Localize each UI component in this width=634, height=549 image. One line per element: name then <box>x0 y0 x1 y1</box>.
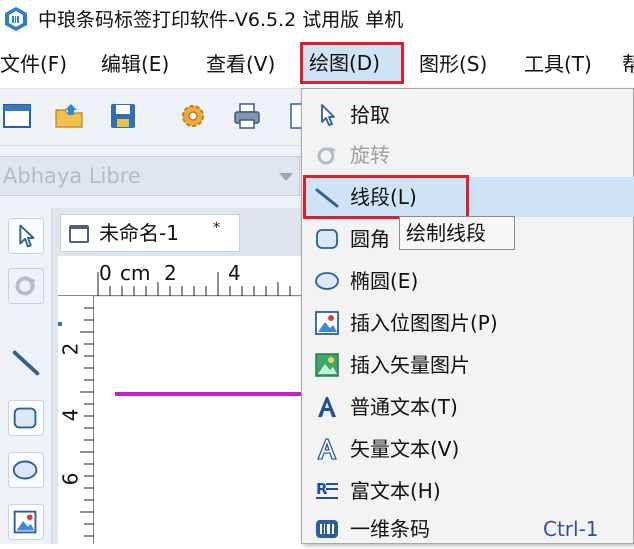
tool-rounded-rect-button[interactable] <box>8 400 44 436</box>
barcode-icon <box>316 520 338 538</box>
menu-view[interactable]: 查看(V) <box>206 48 275 80</box>
menu-bar: 文件(F) 编辑(E) 查看(V) 绘图(D) 图形(S) 工具(T) 帮 <box>0 40 634 88</box>
ruler-label-2-vertical: 2 <box>58 342 83 356</box>
menu-item-shortcut: Ctrl-1 <box>543 517 599 541</box>
rotate-icon <box>15 276 36 296</box>
menu-item-ellipse[interactable]: 椭圆(E) <box>302 261 634 301</box>
document-tab[interactable]: 未命名-1 * <box>60 214 240 252</box>
menu-item-label: 一维条码 <box>350 517 430 541</box>
left-tool-strip <box>0 208 52 544</box>
rich-text-icon: R <box>316 480 338 499</box>
menu-file[interactable]: 文件(F) <box>0 48 67 80</box>
app-logo-icon <box>5 7 27 31</box>
menu-item-label: 插入矢量图片 <box>350 353 470 377</box>
menu-item-label: 插入位图图片(P) <box>350 311 498 335</box>
menu-item-label: 拾取 <box>350 103 390 127</box>
font-select-value: Abhaya Libre <box>3 164 141 188</box>
menu-item-label: 富文本(H) <box>350 479 441 503</box>
menu-item-label: 普通文本(T) <box>350 395 458 419</box>
label-canvas[interactable] <box>94 297 304 544</box>
window-title: 中琅条码标签打印软件-V6.5.2 试用版 单机 <box>38 9 404 31</box>
pointer-icon <box>321 104 335 126</box>
ruler-unit-label: cm <box>120 261 151 285</box>
tool-pointer-button[interactable] <box>8 218 44 254</box>
font-select[interactable]: Abhaya Libre <box>0 156 300 196</box>
new-window-icon[interactable] <box>2 101 32 131</box>
tooltip: 绘制线段 <box>399 216 515 250</box>
ruler-ticks <box>97 272 291 296</box>
menu-tools[interactable]: 工具(T) <box>524 48 592 80</box>
pointer-icon <box>19 224 35 248</box>
tool-ellipse-button[interactable] <box>8 452 44 488</box>
tool-image-button[interactable] <box>8 504 44 540</box>
ellipse-icon <box>315 272 339 290</box>
menu-shape[interactable]: 图形(S) <box>419 48 487 80</box>
document-tab-title: 未命名-1 <box>99 221 179 245</box>
menu-item-label: 旋转 <box>350 143 390 167</box>
menu-draw[interactable]: 绘图(D) <box>300 42 404 84</box>
rounded-rect-icon <box>316 229 338 249</box>
chevron-down-icon[interactable] <box>279 173 293 181</box>
menu-item-rotate: 旋转 <box>302 135 634 175</box>
menu-item-barcode-1d[interactable]: 一维条码 Ctrl-1 <box>302 509 634 549</box>
menu-item-insert-bitmap[interactable]: 插入位图图片(P) <box>302 303 634 343</box>
settings-gear-icon[interactable] <box>178 101 208 131</box>
line-icon <box>12 350 40 376</box>
draw-menu-dropdown: 拾取 旋转 线段(L) 圆角 椭圆(E) 插入位图图片(P) 插入矢量图片 普通… <box>301 88 634 544</box>
menu-item-label: 椭圆(E) <box>350 269 419 293</box>
menu-item-label: 矢量文本(V) <box>350 437 460 461</box>
drawn-line-object[interactable] <box>115 392 304 396</box>
open-folder-icon[interactable] <box>54 101 84 131</box>
menu-item-rich-text[interactable]: R 富文本(H) <box>302 471 634 511</box>
ruler-label-6-vertical: 6 <box>58 472 83 486</box>
menu-edit[interactable]: 编辑(E) <box>101 48 169 80</box>
print-icon[interactable] <box>232 101 262 131</box>
tool-rotate-button[interactable] <box>8 268 44 304</box>
unsaved-marker: * <box>213 220 220 236</box>
vector-text-icon <box>317 438 337 460</box>
ellipse-icon <box>12 460 38 480</box>
rounded-rect-icon <box>13 407 37 429</box>
menu-help-truncated[interactable]: 帮 <box>622 48 634 80</box>
ruler-label-0: 0 <box>99 261 112 285</box>
tool-line-button[interactable] <box>8 344 44 380</box>
vertical-ruler: 2 4 6 <box>58 296 94 544</box>
save-icon[interactable] <box>108 101 138 131</box>
ruler-label-4: 4 <box>228 261 241 285</box>
bitmap-image-icon <box>13 510 37 534</box>
menu-item-label: 圆角 <box>350 227 390 251</box>
menu-item-insert-vector[interactable]: 插入矢量图片 <box>302 345 634 385</box>
ruler-label-4-vertical: 4 <box>58 408 83 422</box>
ruler-label-2: 2 <box>164 261 177 285</box>
highlight-box-line-item <box>303 175 469 219</box>
tooltip-text: 绘制线段 <box>406 221 486 245</box>
text-icon <box>318 397 336 417</box>
vector-image-icon <box>315 353 339 377</box>
menu-item-vector-text[interactable]: 矢量文本(V) <box>302 429 634 469</box>
horizontal-ruler: 0 cm 2 4 <box>58 256 304 296</box>
menu-item-pick[interactable]: 拾取 <box>302 95 634 135</box>
title-bar: 中琅条码标签打印软件-V6.5.2 试用版 单机 <box>0 0 634 40</box>
bitmap-image-icon <box>315 311 339 335</box>
menu-item-plain-text[interactable]: 普通文本(T) <box>302 387 634 427</box>
rotate-icon <box>317 147 336 165</box>
document-window-icon <box>69 225 89 243</box>
